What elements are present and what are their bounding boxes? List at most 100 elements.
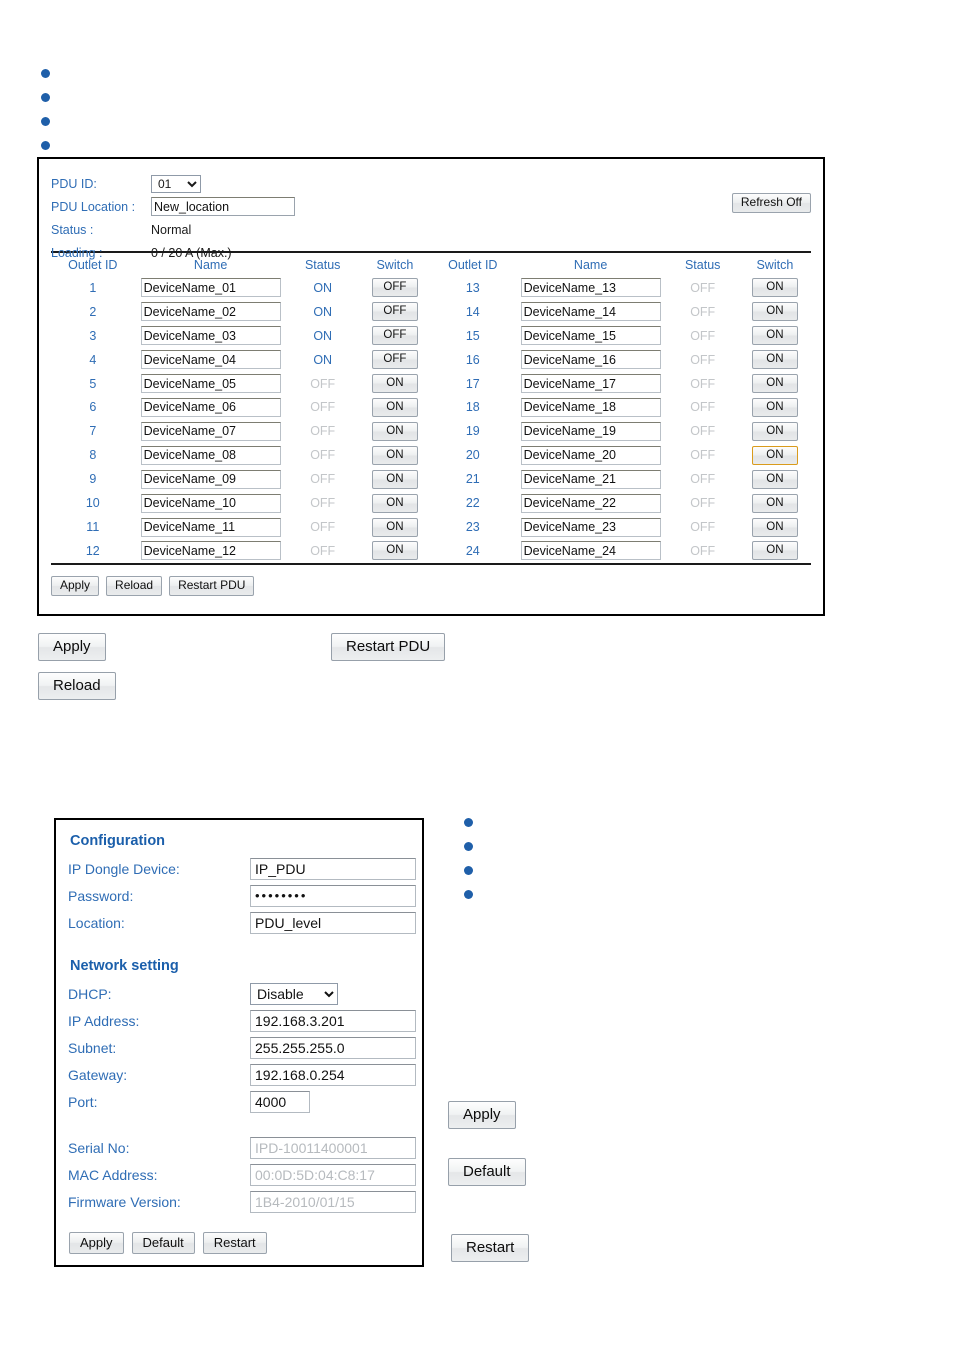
outlet-name-input[interactable]: [140, 326, 281, 346]
callout-config-apply-button[interactable]: Apply: [448, 1101, 516, 1129]
outlet-name-input[interactable]: [140, 374, 281, 394]
outlet-name-input[interactable]: [140, 350, 281, 370]
outlet-switch-button[interactable]: ON: [751, 374, 798, 394]
outlet-switch-button[interactable]: ON: [751, 541, 798, 561]
outlet-name-input[interactable]: [140, 278, 281, 298]
outlet-name-input[interactable]: [520, 374, 661, 394]
callout-config-restart-button[interactable]: Restart: [451, 1234, 530, 1262]
location-input[interactable]: [250, 911, 416, 934]
outlet-name-input[interactable]: [140, 469, 281, 489]
outlet-switch-button[interactable]: ON: [371, 374, 418, 394]
outlet-switch-cell: ON: [739, 276, 811, 300]
outlet-name-cell: [515, 348, 667, 372]
outlet-switch-button[interactable]: ON: [751, 326, 798, 346]
outlet-name-input[interactable]: [140, 517, 281, 537]
ip-address-input[interactable]: [250, 1009, 416, 1032]
callout-restart-pdu-button[interactable]: Restart PDU: [331, 633, 446, 661]
outlet-name-input[interactable]: [520, 469, 661, 489]
outlet-name-input[interactable]: [140, 421, 281, 441]
outlet-name-input[interactable]: [520, 350, 661, 370]
password-input[interactable]: [250, 884, 416, 907]
outlet-id-cell: 9: [89, 472, 97, 487]
outlet-name-cell: [135, 467, 287, 491]
table-row: 5 OFF ON: [51, 372, 431, 396]
callout-config-default-button[interactable]: Default: [448, 1158, 526, 1186]
config-apply-button[interactable]: Apply: [69, 1232, 124, 1254]
outlet-name-input[interactable]: [520, 445, 661, 465]
dhcp-select[interactable]: Disable: [250, 982, 338, 1005]
outlet-switch-cell: ON: [739, 348, 811, 372]
outlet-switch-button[interactable]: ON: [751, 302, 798, 322]
outlet-switch-button[interactable]: OFF: [371, 350, 418, 370]
outlet-name-input[interactable]: [140, 493, 281, 513]
outlet-id-cell: 1: [89, 280, 97, 295]
outlet-name-input[interactable]: [520, 397, 661, 417]
outlet-switch-button[interactable]: OFF: [371, 278, 418, 298]
configuration-panel: Configuration IP Dongle Device: Password…: [54, 818, 424, 1267]
outlet-switch-button[interactable]: ON: [751, 517, 798, 537]
outlet-name-input[interactable]: [140, 445, 281, 465]
config-restart-button[interactable]: Restart: [202, 1232, 267, 1254]
outlet-switch-cell: OFF: [359, 300, 431, 324]
outlet-switch-button[interactable]: OFF: [371, 302, 418, 322]
outlet-switch-button[interactable]: ON: [371, 397, 418, 417]
outlet-name-input[interactable]: [520, 493, 661, 513]
gateway-input[interactable]: [250, 1063, 416, 1086]
callout-apply-button[interactable]: Apply: [38, 633, 106, 661]
outlet-name-cell: [515, 419, 667, 443]
outlet-id-cell: 19: [465, 424, 480, 439]
ip-dongle-device-input[interactable]: [250, 857, 416, 880]
refresh-off-button[interactable]: Refresh Off: [731, 193, 811, 213]
outlet-switch-cell: ON: [739, 467, 811, 491]
outlet-switch-button[interactable]: ON: [751, 397, 798, 417]
pdu-location-label: PDU Location :: [51, 199, 136, 214]
outlet-switch-button[interactable]: ON: [751, 350, 798, 370]
pdu-restart-pdu-button[interactable]: Restart PDU: [169, 576, 255, 596]
outlet-switch-button[interactable]: ON: [371, 541, 418, 561]
outlet-name-input[interactable]: [520, 421, 661, 441]
pdu-location-input[interactable]: [151, 197, 295, 216]
outlet-name-input[interactable]: [140, 541, 281, 561]
subnet-input[interactable]: [250, 1036, 416, 1059]
outlet-switch-button[interactable]: ON: [371, 517, 418, 537]
outlet-name-input[interactable]: [520, 326, 661, 346]
outlet-switch-cell: ON: [359, 396, 431, 420]
pdu-apply-button[interactable]: Apply: [51, 576, 100, 596]
outlet-name-input[interactable]: [520, 517, 661, 537]
outlet-name-input[interactable]: [140, 397, 281, 417]
outlet-name-cell: [135, 419, 287, 443]
outlet-table-right: Outlet ID Name Status Switch 13OFFON14OF…: [431, 256, 811, 563]
outlet-switch-cell: ON: [359, 372, 431, 396]
outlet-switch-button[interactable]: ON: [371, 445, 418, 465]
outlet-switch-button[interactable]: ON: [751, 469, 798, 489]
port-input[interactable]: [250, 1090, 310, 1113]
callout-reload-button[interactable]: Reload: [38, 672, 116, 700]
outlet-name-input[interactable]: [520, 302, 661, 322]
subnet-label: Subnet:: [68, 1039, 117, 1056]
outlet-name-input[interactable]: [140, 302, 281, 322]
outlet-switch-button[interactable]: OFF: [371, 326, 418, 346]
outlet-name-input[interactable]: [520, 541, 661, 561]
outlet-switch-button[interactable]: ON: [371, 469, 418, 489]
outlet-switch-button[interactable]: ON: [751, 278, 798, 298]
pdu-outlet-control-panel: PDU ID: 01 PDU Location : Status : Norma…: [37, 157, 825, 616]
outlet-switch-cell: ON: [739, 372, 811, 396]
outlet-id-cell: 18: [465, 400, 480, 415]
bullet-point: [41, 93, 50, 102]
outlet-switch-button[interactable]: ON: [371, 421, 418, 441]
pdu-id-label: PDU ID:: [51, 176, 97, 191]
config-spacer: [68, 936, 410, 955]
outlet-switch-button[interactable]: ON: [371, 493, 418, 513]
pdu-id-select[interactable]: 01: [151, 174, 201, 193]
outlet-switch-button[interactable]: ON: [751, 445, 798, 465]
pdu-reload-button[interactable]: Reload: [106, 576, 163, 596]
outlet-name-input[interactable]: [520, 278, 661, 298]
outlet-switch-button[interactable]: ON: [751, 421, 798, 441]
location-label: Location:: [68, 914, 125, 931]
bullet-point: [464, 866, 473, 875]
outlet-switch-button[interactable]: ON: [751, 493, 798, 513]
bullet-list-mid: [464, 818, 473, 914]
dhcp-label: DHCP:: [68, 985, 112, 1002]
table-row: 11 OFF ON: [51, 515, 431, 539]
config-default-button[interactable]: Default: [131, 1232, 195, 1254]
